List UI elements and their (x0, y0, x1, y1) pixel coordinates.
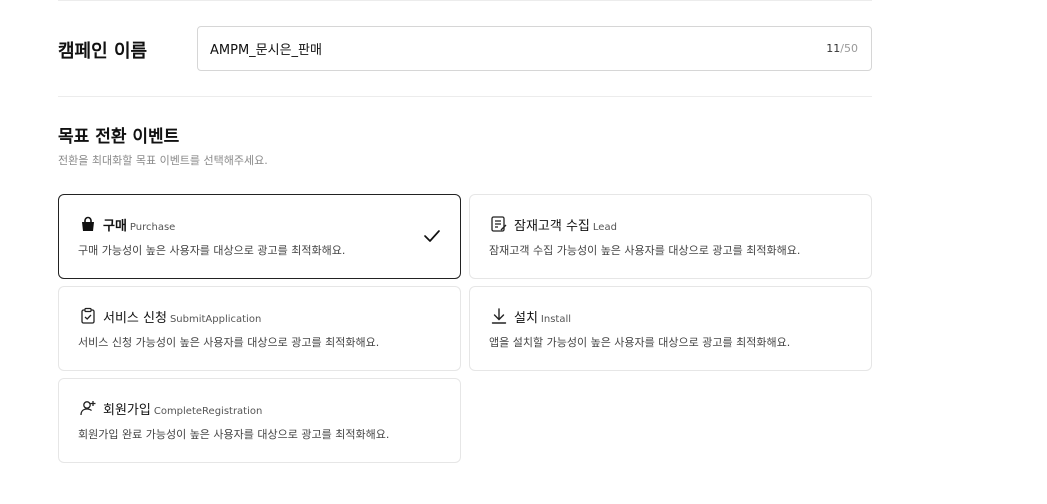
goal-option-title: 설치 Install (514, 311, 572, 326)
goal-option-title: 구매 Purchase (103, 219, 176, 234)
clipboard-check-icon (79, 307, 97, 325)
goal-option-purchase[interactable]: 구매 Purchase 구매 가능성이 높은 사용자를 대상으로 광고를 최적화해… (58, 194, 461, 279)
campaign-name-label: 캠페인 이름 (58, 41, 148, 62)
form-edit-icon (490, 215, 508, 233)
goal-option-lead[interactable]: 잠재고객 수집 Lead 잠재고객 수집 가능성이 높은 사용자를 대상으로 광고… (469, 194, 872, 279)
goal-option-description: 잠재고객 수집 가능성이 높은 사용자를 대상으로 광고를 최적화해요. (489, 244, 801, 257)
goal-section-description: 전환을 최대화할 목표 이벤트를 선택해주세요. (58, 154, 268, 167)
goal-option-title: 서비스 신청 SubmitApplication (103, 311, 262, 326)
top-divider (58, 0, 872, 1)
user-add-icon (79, 399, 97, 417)
char-counter: 11/50 (826, 42, 858, 55)
goal-option-description: 앱을 설치할 가능성이 높은 사용자를 대상으로 광고를 최적화해요. (489, 336, 791, 349)
goal-option-complete-registration[interactable]: 회원가입 CompleteRegistration 회원가입 완료 가능성이 높은… (58, 378, 461, 463)
char-count-max: /50 (840, 42, 858, 55)
check-icon (422, 226, 442, 246)
char-count-current: 11 (826, 42, 841, 55)
section-divider (58, 96, 872, 97)
goal-section-title: 목표 전환 이벤트 (58, 127, 180, 147)
goal-option-title: 회원가입 CompleteRegistration (103, 403, 263, 418)
goal-option-description: 회원가입 완료 가능성이 높은 사용자를 대상으로 광고를 최적화해요. (78, 428, 390, 441)
download-icon (490, 307, 508, 325)
goal-option-submit-application[interactable]: 서비스 신청 SubmitApplication 서비스 신청 가능성이 높은 사… (58, 286, 461, 371)
goal-option-install[interactable]: 설치 Install 앱을 설치할 가능성이 높은 사용자를 대상으로 광고를 최… (469, 286, 872, 371)
goal-option-title: 잠재고객 수집 Lead (514, 219, 617, 234)
campaign-name-input[interactable] (210, 27, 770, 70)
campaign-name-field[interactable]: 11/50 (197, 26, 872, 71)
goal-option-description: 구매 가능성이 높은 사용자를 대상으로 광고를 최적화해요. (78, 244, 346, 257)
shopping-bag-icon (79, 215, 97, 233)
goal-option-description: 서비스 신청 가능성이 높은 사용자를 대상으로 광고를 최적화해요. (78, 336, 380, 349)
